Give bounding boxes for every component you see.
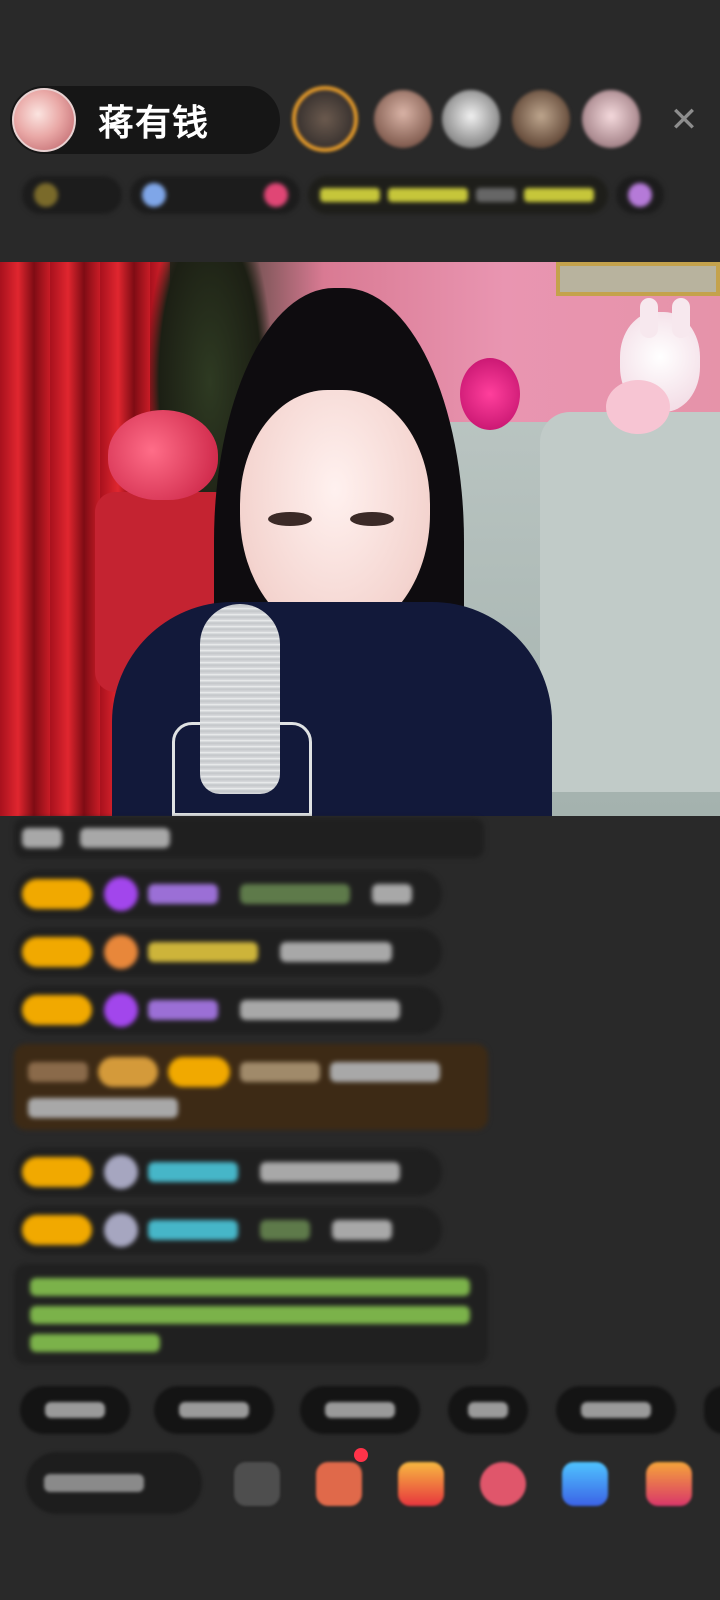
bottom-action-bar <box>0 1452 720 1522</box>
chat-message[interactable] <box>14 870 442 918</box>
live-video-stream[interactable] <box>0 262 720 816</box>
diamond-icon <box>104 877 138 911</box>
chat-message[interactable] <box>14 1148 442 1196</box>
quick-reply-chip[interactable] <box>20 1386 130 1434</box>
chat-message[interactable] <box>14 1206 442 1254</box>
level-badge <box>22 995 92 1025</box>
more-chip[interactable] <box>616 176 664 214</box>
treasure-icon[interactable] <box>398 1462 444 1506</box>
level-badge <box>22 1157 92 1187</box>
level-badge <box>22 879 92 909</box>
gift-box-icon[interactable] <box>316 1462 362 1506</box>
emoji-icon[interactable] <box>234 1462 280 1506</box>
fans-chip[interactable] <box>130 176 300 214</box>
viewer-avatar[interactable] <box>582 90 640 148</box>
quick-reply-row <box>20 1386 720 1436</box>
notification-dot <box>354 1448 368 1462</box>
comment-input[interactable] <box>26 1452 202 1514</box>
chat-message[interactable] <box>14 818 484 858</box>
heart-icon <box>264 183 288 207</box>
fans-icon <box>142 183 166 207</box>
live-info-row <box>22 172 702 218</box>
close-icon[interactable]: ✕ <box>668 103 700 137</box>
announcement-chip[interactable] <box>308 176 608 214</box>
host-profile-pill[interactable]: 蒋有钱 <box>10 86 280 154</box>
quick-reply-chip[interactable] <box>556 1386 676 1434</box>
microphone <box>200 604 280 794</box>
ranking-chip[interactable] <box>22 176 122 214</box>
host-name: 蒋有钱 <box>98 103 210 144</box>
chat-message[interactable] <box>14 986 442 1034</box>
more-features-icon[interactable] <box>646 1462 692 1506</box>
fan-badge-icon <box>104 935 138 969</box>
system-message[interactable] <box>14 1044 488 1130</box>
viewer-avatar[interactable] <box>512 90 570 148</box>
chat-message[interactable] <box>14 928 442 976</box>
fan-badge-icon <box>104 1155 138 1189</box>
diamond-icon <box>104 993 138 1027</box>
viewer-avatar[interactable] <box>374 90 432 148</box>
room-notice <box>14 1264 488 1364</box>
quick-reply-chip[interactable] <box>448 1386 528 1434</box>
viewer-avatar[interactable] <box>442 90 500 148</box>
chat-bubble-icon[interactable] <box>480 1462 526 1506</box>
game-icon[interactable] <box>562 1462 608 1506</box>
gift-icon <box>628 183 652 207</box>
top-viewer-avatar[interactable] <box>292 86 358 152</box>
fan-badge-icon <box>104 1213 138 1247</box>
quick-reply-chip[interactable] <box>154 1386 274 1434</box>
level-badge <box>22 937 92 967</box>
quick-reply-chip[interactable] <box>300 1386 420 1434</box>
host-avatar[interactable] <box>12 88 76 152</box>
rank-icon <box>34 183 58 207</box>
level-badge <box>22 1215 92 1245</box>
quick-reply-chip[interactable] <box>704 1386 720 1434</box>
